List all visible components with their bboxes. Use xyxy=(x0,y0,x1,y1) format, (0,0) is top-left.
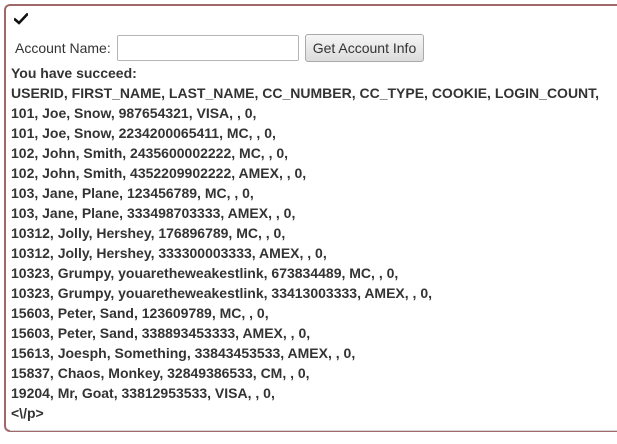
account-form: Account Name: Get Account Info xyxy=(15,34,425,62)
result-row: 15603, Peter, Sand, 338893453333, AMEX, … xyxy=(11,325,311,341)
query-output: You have succeed: USERID, FIRST_NAME, LA… xyxy=(11,63,599,423)
status-text: You have succeed: xyxy=(11,65,137,81)
column-header: USERID, FIRST_NAME, LAST_NAME, CC_NUMBER… xyxy=(11,85,600,101)
result-row: 15837, Chaos, Monkey, 32849386533, CM, ,… xyxy=(11,365,310,381)
result-row: 10312, Jolly, Hershey, 176896789, MC, , … xyxy=(11,225,286,241)
result-row: 103, Jane, Plane, 333498703333, AMEX, , … xyxy=(11,205,296,221)
result-row: 10312, Jolly, Hershey, 333300003333, AME… xyxy=(11,245,327,261)
result-row: 15613, Joesph, Something, 33843453533, A… xyxy=(11,345,356,361)
result-row: 102, John, Smith, 2435600002222, MC, , 0… xyxy=(11,145,289,161)
result-rows: 101, Joe, Snow, 987654321, VISA, , 0, 101… xyxy=(11,103,599,403)
get-account-info-button[interactable]: Get Account Info xyxy=(304,34,425,62)
result-panel: Account Name: Get Account Info You have … xyxy=(4,4,617,432)
result-row: 10323, Grumpy, youaretheweakestlink, 673… xyxy=(11,265,399,281)
bottom-divider xyxy=(10,430,617,431)
account-name-label: Account Name: xyxy=(15,40,111,56)
result-row: 10323, Grumpy, youaretheweakestlink, 334… xyxy=(11,285,433,301)
account-name-input[interactable] xyxy=(116,35,299,61)
result-row: 102, John, Smith, 4352209902222, AMEX, ,… xyxy=(11,165,307,181)
result-row: 103, Jane, Plane, 123456789, MC, , 0, xyxy=(11,185,254,201)
result-row: 15603, Peter, Sand, 123609789, MC, , 0, xyxy=(11,305,269,321)
trailer-text: <\/p> xyxy=(11,405,44,421)
checkmark-icon xyxy=(14,13,28,25)
result-row: 101, Joe, Snow, 987654321, VISA, , 0, xyxy=(11,105,257,121)
result-row: 19204, Mr, Goat, 33812953533, VISA, , 0, xyxy=(11,385,275,401)
result-row: 101, Joe, Snow, 2234200065411, MC, , 0, xyxy=(11,125,276,141)
